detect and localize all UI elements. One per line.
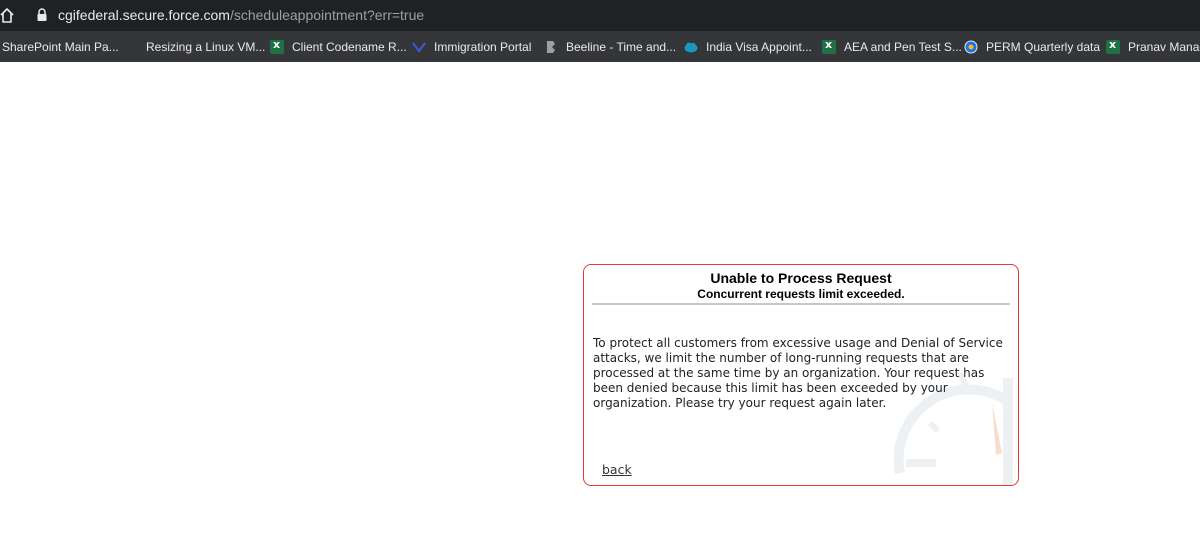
bookmark-perm-quarterly[interactable]: PERM Quarterly data: [964, 38, 1100, 56]
error-subtitle: Concurrent requests limit exceeded.: [697, 287, 905, 301]
salesforce-cloud-icon: [684, 42, 698, 53]
address-bar[interactable]: cgifederal.secure.force.com/scheduleappo…: [0, 0, 1200, 31]
error-message: To protect all customers from excessive …: [593, 336, 1003, 410]
bookmark-label: AEA and Pen Test S...: [844, 40, 962, 54]
browser-chrome: cgifederal.secure.force.com/scheduleappo…: [0, 0, 1200, 62]
back-link[interactable]: back: [602, 462, 632, 477]
bookmark-resizing-linux-vm[interactable]: Resizing a Linux VM...: [146, 38, 265, 56]
bookmark-pranav[interactable]: Pranav Manag: [1106, 38, 1200, 56]
bookmark-immigration-portal[interactable]: Immigration Portal: [412, 38, 531, 56]
bookmark-aea-pen-test[interactable]: AEA and Pen Test S...: [822, 38, 962, 56]
bookmark-label: Immigration Portal: [434, 40, 532, 54]
bookmark-label: Beeline - Time and...: [566, 40, 677, 54]
divider: [592, 303, 1010, 305]
bookmark-beeline[interactable]: Beeline - Time and...: [544, 38, 676, 56]
bookmark-india-visa[interactable]: India Visa Appoint...: [684, 38, 812, 56]
portal-icon: [412, 42, 426, 53]
excel-icon: [270, 38, 284, 54]
lock-icon[interactable]: [36, 8, 48, 22]
globe-icon: [964, 40, 978, 54]
url-text[interactable]: cgifederal.secure.force.com/scheduleappo…: [58, 7, 424, 23]
url-path: /scheduleappointment?err=true: [229, 7, 425, 23]
error-panel: Unable to Process Request Concurrent req…: [583, 264, 1019, 486]
home-icon[interactable]: [0, 7, 14, 23]
bookmarks-bar: SharePoint Main Pa... Resizing a Linux V…: [0, 31, 1200, 62]
beeline-icon: [547, 41, 555, 53]
bookmark-label: SharePoint Main Pa...: [2, 40, 119, 54]
url-host: cgifederal.secure.force.com: [58, 7, 230, 23]
excel-icon: [1106, 38, 1120, 54]
bookmark-label: India Visa Appoint...: [706, 40, 812, 54]
error-title: Unable to Process Request: [710, 270, 892, 286]
bookmark-label: Pranav Manag: [1128, 40, 1200, 54]
bookmark-label: Resizing a Linux VM...: [146, 40, 266, 54]
bookmark-label: PERM Quarterly data: [986, 40, 1101, 54]
bookmark-sharepoint[interactable]: SharePoint Main Pa...: [2, 38, 119, 56]
bookmark-label: Client Codename R...: [292, 40, 407, 54]
excel-icon: [822, 38, 836, 54]
bookmark-client-codename[interactable]: Client Codename R...: [270, 38, 407, 56]
